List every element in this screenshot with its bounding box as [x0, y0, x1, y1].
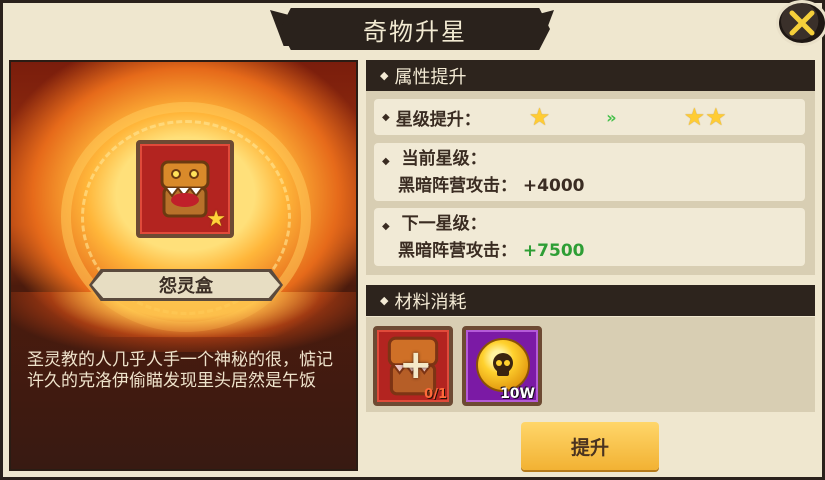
item-name-plate: 怨灵盒	[89, 269, 283, 301]
close-icon	[789, 10, 815, 36]
plus-icon: +	[399, 342, 433, 388]
attributes-header: ◆ 属性提升	[366, 60, 815, 91]
next-stat-label: 黑暗阵营攻击：	[398, 241, 517, 261]
item-display-panel: ★ 怨灵盒 圣灵教的人几乎人手一个神秘的很，惦记许久的克洛伊偷瞄发现里头居然是午…	[9, 60, 358, 471]
next-stat-value: +7500	[522, 241, 585, 261]
item-icon-frame[interactable]: ★	[136, 140, 234, 238]
next-star-label: 下一星级：	[401, 214, 487, 234]
materials-panel: + 0/1 10W	[366, 317, 815, 412]
skull-icon	[493, 353, 513, 376]
material-count: 0/1	[424, 387, 447, 402]
materials-header-label: 材料消耗	[394, 291, 467, 313]
diamond-icon: ◆	[380, 294, 389, 307]
current-stat-value: +4000	[522, 176, 585, 196]
title-banner: 奇物升星	[280, 8, 550, 50]
diamond-icon: ◆	[382, 156, 390, 167]
star-upgrade-row: ◆ 星级提升： ★ » ★ ★	[374, 99, 805, 135]
page-title: 奇物升星	[363, 17, 467, 46]
materials-header: ◆ 材料消耗	[366, 285, 815, 316]
attributes-panel: ◆ 星级提升： ★ » ★ ★ ◆ 当前星级： 黑暗阵营攻击： +4000 ◆ …	[366, 91, 815, 275]
material-slot-chest[interactable]: + 0/1	[373, 326, 453, 406]
material-slot-coin[interactable]: 10W	[462, 326, 542, 406]
chevron-right-icon: »	[606, 107, 616, 127]
current-star-row: ◆ 当前星级： 黑暗阵营攻击： +4000	[374, 143, 805, 201]
item-description: 圣灵教的人几乎人手一个神秘的很，惦记许久的克洛伊偷瞄发现里头居然是午饭	[27, 350, 333, 391]
upgrade-button[interactable]: 提升	[521, 422, 659, 470]
next-star-row: ◆ 下一星级： 黑暗阵营攻击： +7500	[374, 208, 805, 266]
skull-coin-icon	[476, 338, 530, 392]
diamond-icon: ◆	[380, 69, 389, 82]
item-star-icon: ★	[206, 207, 226, 232]
glow-base	[11, 292, 356, 352]
current-stat-label: 黑暗阵营攻击：	[398, 176, 517, 196]
attributes-header-label: 属性提升	[394, 66, 467, 88]
diamond-icon: ◆	[382, 221, 390, 232]
item-name: 怨灵盒	[159, 276, 213, 297]
next-star-icon: ★	[683, 103, 706, 131]
current-star-icon: ★	[528, 103, 551, 131]
star-upgrade-label: 星级提升：	[395, 109, 481, 130]
close-button[interactable]	[776, 0, 825, 46]
next-star-icon-2: ★	[705, 103, 727, 131]
material-amount: 10W	[500, 386, 535, 402]
current-star-label: 当前星级：	[401, 149, 487, 169]
diamond-icon: ◆	[382, 111, 390, 123]
